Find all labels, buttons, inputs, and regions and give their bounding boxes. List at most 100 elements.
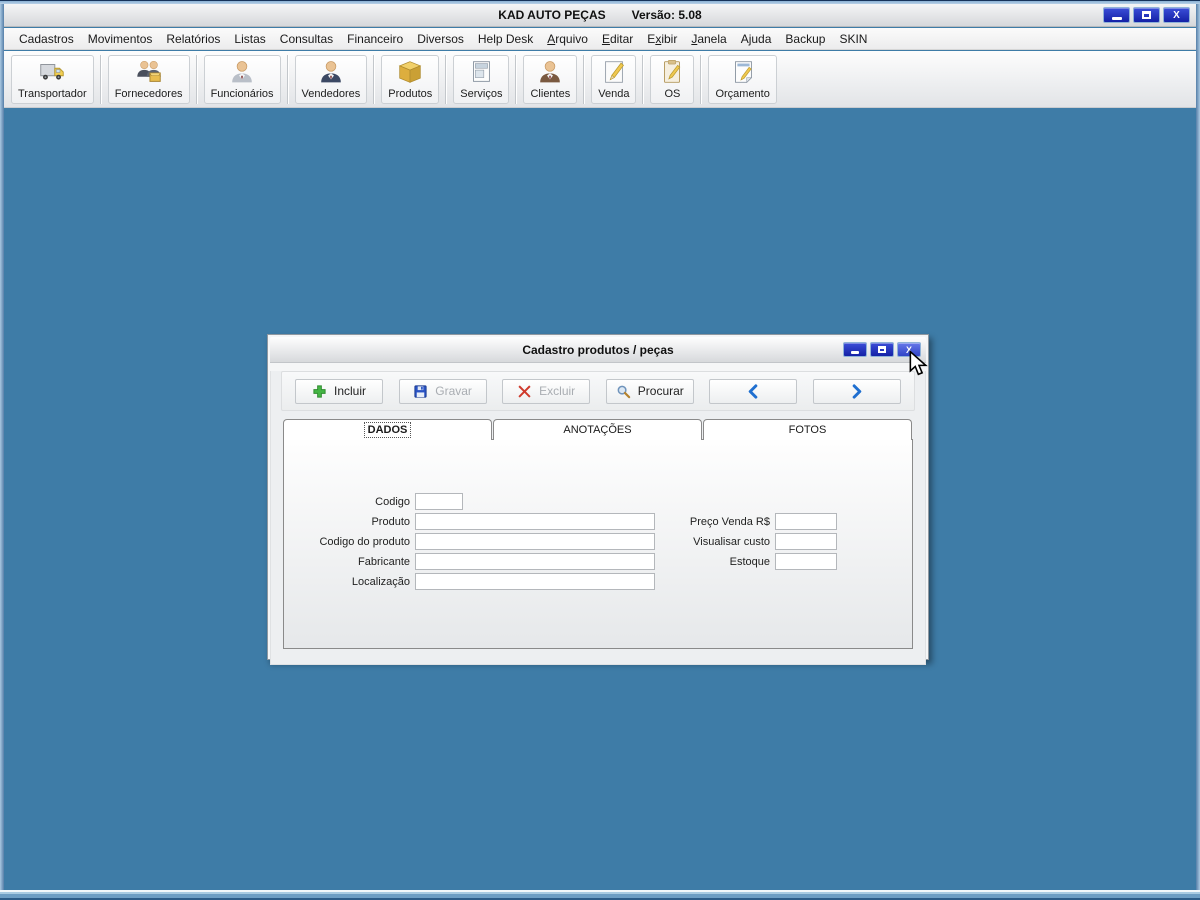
field-label: Codigo do produto	[284, 536, 410, 548]
toolbar-button-fornecedores[interactable]: Fornecedores	[108, 55, 190, 104]
dialog-toolbar: Incluir Gravar Excluir Procurar	[281, 371, 915, 411]
field-input-estoque[interactable]	[775, 553, 837, 570]
toolbar-button-produtos[interactable]: Produtos	[381, 55, 439, 104]
menu-item-ajuda[interactable]: Ajuda	[734, 30, 779, 48]
tab-anotacoes[interactable]: ANOTAÇÕES	[493, 419, 702, 440]
app-title: KAD AUTO PEÇAS	[498, 8, 605, 22]
mouse-cursor	[908, 350, 930, 377]
menu-item-movimentos[interactable]: Movimentos	[81, 30, 160, 48]
form-row-produto: Produto	[284, 513, 655, 530]
field-input-codigo[interactable]	[415, 493, 463, 510]
form-row-preco-venda-r: Preço Venda R$	[604, 513, 837, 530]
menu-item-cadastros[interactable]: Cadastros	[12, 30, 81, 48]
window-border-bottom	[0, 890, 1200, 900]
field-label: Fabricante	[284, 556, 410, 568]
dialog-button-gravar[interactable]: Gravar	[399, 379, 487, 404]
dialog-button-chevron-left[interactable]	[709, 379, 797, 404]
menu-bar: CadastrosMovimentosRelatóriosListasConsu…	[4, 28, 1196, 50]
toolbar-button-os[interactable]: OS	[650, 55, 694, 104]
dialog-body: Incluir Gravar Excluir Procurar DADOS ANOTAÇ…	[270, 371, 926, 665]
menu-item-financeiro[interactable]: Financeiro	[340, 30, 410, 48]
dialog-title: Cadastro produtos / peças	[522, 343, 673, 357]
dialog-minimize-button[interactable]	[843, 342, 867, 357]
services-document-icon	[466, 57, 496, 87]
field-label: Visualisar custo	[604, 536, 770, 548]
form-row-codigo-do-produto: Codigo do produto	[284, 533, 655, 550]
maximize-icon	[878, 346, 886, 353]
menu-item-diversos[interactable]: Diversos	[410, 30, 471, 48]
tab-label: ANOTAÇÕES	[563, 424, 631, 436]
add-plus-icon	[312, 384, 327, 399]
product-registration-dialog: Cadastro produtos / peças X Incluir Grava…	[267, 334, 929, 660]
menu-item-exibir[interactable]: Exibir	[640, 30, 684, 48]
chevron-right-icon	[849, 384, 864, 399]
chevron-left-icon	[746, 384, 761, 399]
field-input-preco-venda-r[interactable]	[775, 513, 837, 530]
search-magnifier-icon	[616, 384, 631, 399]
toolbar-button-venda[interactable]: Venda	[591, 55, 636, 104]
window-border-left	[0, 4, 4, 890]
menu-item-consultas[interactable]: Consultas	[273, 30, 340, 48]
toolbar-button-funcionarios[interactable]: Funcionários	[204, 55, 281, 104]
tab-label: FOTOS	[789, 424, 827, 436]
work-order-icon	[657, 57, 687, 87]
dialog-button-excluir[interactable]: Excluir	[502, 379, 590, 404]
tab-dados[interactable]: DADOS	[283, 419, 492, 440]
maximize-icon	[1142, 11, 1151, 19]
field-input-visualisar-custo[interactable]	[775, 533, 837, 550]
field-label: Produto	[284, 516, 410, 528]
employee-icon	[227, 57, 257, 87]
client-icon	[535, 57, 565, 87]
toolbar-button-servicos[interactable]: Serviços	[453, 55, 509, 104]
close-icon: X	[1173, 10, 1180, 21]
toolbar-button-label: Vendedores	[302, 88, 361, 100]
tab-label: DADOS	[365, 423, 411, 437]
minimize-icon	[851, 351, 859, 354]
toolbar-button-clientes[interactable]: Clientes	[523, 55, 577, 104]
window-minimize-button[interactable]	[1103, 7, 1130, 23]
menu-item-help-desk[interactable]: Help Desk	[471, 30, 540, 48]
form-row-visualisar-custo: Visualisar custo	[604, 533, 837, 550]
truck-icon	[37, 57, 67, 87]
dialog-button-label: Incluir	[334, 384, 366, 398]
toolbar-button-transportador[interactable]: Transportador	[11, 55, 94, 104]
dialog-button-incluir[interactable]: Incluir	[295, 379, 383, 404]
delete-x-icon	[517, 384, 532, 399]
form-row-localizacao: Localização	[284, 573, 655, 590]
dialog-button-chevron-right[interactable]	[813, 379, 901, 404]
field-input-localizacao[interactable]	[415, 573, 655, 590]
menu-item-editar[interactable]: Editar	[595, 30, 640, 48]
menu-item-janela[interactable]: Janela	[684, 30, 733, 48]
dialog-button-procurar[interactable]: Procurar	[606, 379, 694, 404]
toolbar-separator	[287, 55, 289, 104]
dialog-maximize-button[interactable]	[870, 342, 894, 357]
toolbar-button-label: Orçamento	[715, 88, 769, 100]
toolbar-separator	[642, 55, 644, 104]
tab-fotos[interactable]: FOTOS	[703, 419, 912, 440]
toolbar-button-label: Funcionários	[211, 88, 274, 100]
minimize-icon	[1112, 17, 1122, 20]
menu-item-skin[interactable]: SKIN	[832, 30, 874, 48]
window-close-button[interactable]: X	[1163, 7, 1190, 23]
main-toolbar: Transportador Fornecedores Funcionários Ven…	[4, 51, 1196, 108]
main-titlebar[interactable]: KAD AUTO PEÇAS Versão: 5.08 X	[4, 4, 1196, 27]
window-maximize-button[interactable]	[1133, 7, 1160, 23]
dialog-titlebar[interactable]: Cadastro produtos / peças X	[270, 337, 926, 363]
menu-item-backup[interactable]: Backup	[778, 30, 832, 48]
toolbar-separator	[583, 55, 585, 104]
menu-item-relatorios[interactable]: Relatórios	[159, 30, 227, 48]
toolbar-separator	[515, 55, 517, 104]
suppliers-icon	[134, 57, 164, 87]
dialog-button-label: Gravar	[435, 384, 472, 398]
toolbar-button-orcamento[interactable]: Orçamento	[708, 55, 776, 104]
toolbar-button-label: Clientes	[530, 88, 570, 100]
menu-item-arquivo[interactable]: Arquivo	[540, 30, 595, 48]
menu-item-listas[interactable]: Listas	[227, 30, 272, 48]
toolbar-button-vendedores[interactable]: Vendedores	[295, 55, 368, 104]
toolbar-separator	[700, 55, 702, 104]
application-window: KAD AUTO PEÇAS Versão: 5.08 X CadastrosM…	[0, 0, 1200, 900]
toolbar-button-label: Produtos	[388, 88, 432, 100]
dialog-button-label: Procurar	[638, 384, 684, 398]
form-row-estoque: Estoque	[604, 553, 837, 570]
toolbar-button-label: Fornecedores	[115, 88, 183, 100]
